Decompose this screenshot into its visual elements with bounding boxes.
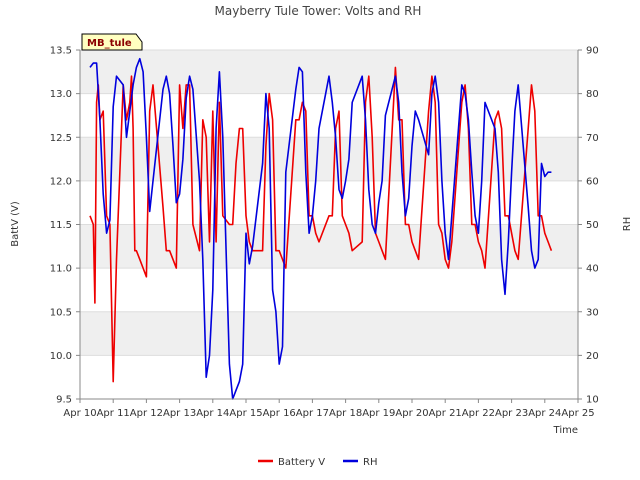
legend-label-battery: Battery V: [278, 457, 325, 468]
y-tick-label-right: 50: [586, 220, 599, 231]
y-tick-label-right: 90: [586, 46, 599, 57]
y-tick-label-right: 30: [586, 307, 599, 318]
y-tick-label-left: 13.5: [50, 46, 72, 57]
chart-title: Mayberry Tule Tower: Volts and RH: [215, 4, 422, 18]
x-tick-label: Apr 10: [63, 408, 96, 419]
legend-label-rh: RH: [363, 457, 377, 468]
y-tick-label-left: 10.0: [50, 351, 72, 362]
y-tick-label-right: 60: [586, 176, 599, 187]
y-tick-label-right: 70: [586, 133, 599, 144]
legend: Battery V RH: [258, 457, 377, 468]
x-tick-label: Apr 13: [163, 408, 196, 419]
x-tick-label: Apr 21: [429, 408, 462, 419]
x-tick-label: Apr 25: [561, 408, 594, 419]
y-tick-label-left: 12.0: [50, 176, 72, 187]
x-tick-label: Apr 23: [495, 408, 528, 419]
x-tick-label: Apr 22: [462, 408, 495, 419]
x-tick-label: Apr 17: [296, 408, 329, 419]
y-axis-right-title: RH: [622, 217, 633, 231]
y-tick-label-left: 13.0: [50, 89, 72, 100]
y-tick-label-right: 20: [586, 351, 599, 362]
station-label: MB_tule: [87, 38, 132, 49]
x-tick-label: Apr 15: [229, 408, 262, 419]
y-tick-label-left: 11.0: [50, 264, 72, 275]
y-tick-label-right: 10: [586, 395, 599, 406]
plot-band: [80, 311, 578, 356]
x-tick-label: Apr 18: [329, 408, 362, 419]
x-tick-label: Apr 14: [196, 408, 229, 419]
x-tick-label: Apr 24: [528, 408, 561, 419]
y-tick-label-left: 9.5: [56, 395, 72, 406]
x-tick-label: Apr 11: [97, 408, 130, 419]
y-tick-label-left: 11.5: [50, 220, 72, 231]
x-tick-label: Apr 16: [263, 408, 296, 419]
x-tick-label: Apr 12: [130, 408, 163, 419]
x-axis-title: Time: [553, 425, 578, 436]
station-badge: MB_tule: [81, 33, 143, 51]
y-tick-label-right: 40: [586, 264, 599, 275]
x-tick-label: Apr 20: [395, 408, 428, 419]
y-tick-label-right: 80: [586, 89, 599, 100]
x-tick-label: Apr 19: [362, 408, 395, 419]
y-tick-label-left: 12.5: [50, 133, 72, 144]
chart: Mayberry Tule Tower: Volts and RH 9.5 10.…: [10, 4, 633, 468]
plot-band: [80, 224, 578, 269]
y-axis-left-title: BattV (V): [10, 201, 21, 247]
y-tick-label-left: 10.5: [50, 307, 72, 318]
plot-band: [80, 50, 578, 94]
